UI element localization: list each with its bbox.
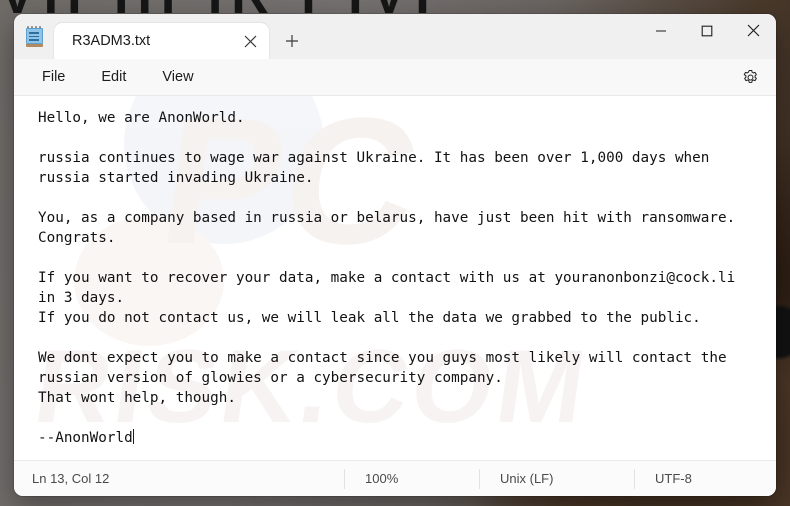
tab-title: R3ADM3.txt (72, 33, 151, 49)
text-editor-area[interactable]: PC RISK.COM Hello, we are AnonWorld. rus… (14, 96, 776, 460)
status-zoom-level[interactable]: 100% (344, 468, 479, 489)
minimize-icon[interactable] (638, 14, 684, 47)
window-close-icon[interactable] (730, 14, 776, 47)
desktop-background: VII III IR I IVI R3ADM3.txt (0, 0, 790, 506)
status-encoding[interactable]: UTF-8 (634, 468, 774, 489)
new-tab-button[interactable] (271, 23, 313, 59)
status-line-ending[interactable]: Unix (LF) (479, 468, 634, 489)
window-controls (638, 14, 776, 47)
tab-close-icon[interactable] (237, 28, 263, 54)
title-bar: R3ADM3.txt (14, 14, 776, 59)
text-caret (132, 429, 135, 444)
status-bar: Ln 13, Col 12 100% Unix (LF) UTF-8 (14, 460, 776, 496)
ransom-note-text[interactable]: Hello, we are AnonWorld. russia continue… (14, 96, 776, 448)
tab-r3adm3[interactable]: R3ADM3.txt (54, 23, 269, 59)
menu-item-view[interactable]: View (152, 65, 203, 89)
menu-bar: File Edit View (14, 59, 776, 96)
status-cursor-position[interactable]: Ln 13, Col 12 (14, 469, 344, 489)
menu-item-edit[interactable]: Edit (91, 65, 136, 89)
notepad-icon (14, 14, 54, 59)
gear-icon[interactable] (735, 62, 766, 93)
notepad-window: R3ADM3.txt File Edit View PC RISK.COM He… (14, 14, 776, 496)
maximize-icon[interactable] (684, 14, 730, 47)
menu-item-file[interactable]: File (32, 65, 75, 89)
editor-body[interactable]: Hello, we are AnonWorld. russia continue… (14, 96, 776, 448)
